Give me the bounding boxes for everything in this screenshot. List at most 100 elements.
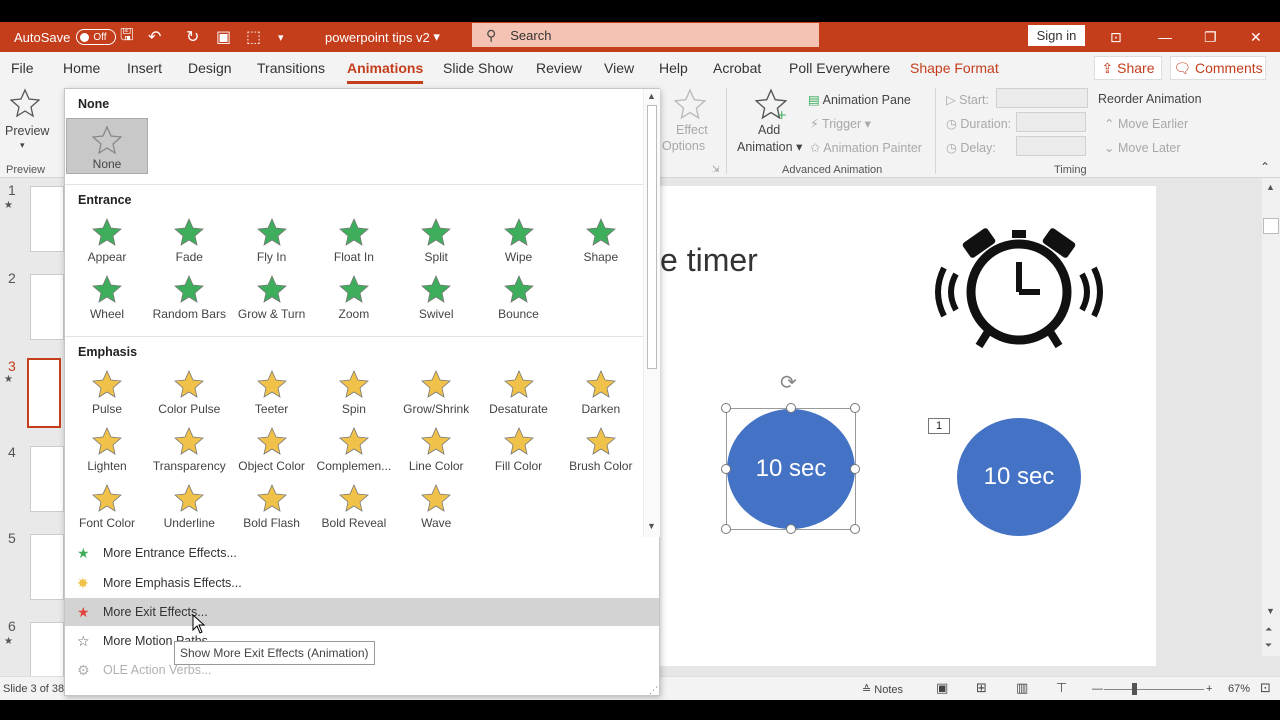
- dialog-launcher-icon[interactable]: ⇲: [712, 164, 720, 175]
- notes-button[interactable]: ≙ Notes: [862, 683, 903, 696]
- preview-button[interactable]: Preview: [5, 124, 49, 138]
- tab-insert[interactable]: Insert: [127, 60, 162, 76]
- zoom-in-icon[interactable]: +: [1206, 683, 1212, 695]
- preview-dropdown-icon[interactable]: ▾: [20, 140, 25, 151]
- tab-poll-everywhere[interactable]: Poll Everywhere: [789, 60, 890, 76]
- gallery-scrollbar[interactable]: ▲ ▼: [643, 89, 660, 537]
- effect-pulse[interactable]: Pulse: [65, 369, 149, 416]
- effect-grow-shrink[interactable]: Grow/Shrink: [394, 369, 478, 416]
- sign-in-button[interactable]: Sign in: [1028, 25, 1085, 46]
- tab-acrobat[interactable]: Acrobat: [713, 60, 761, 76]
- resize-handle[interactable]: [721, 524, 731, 534]
- effect-transparency[interactable]: Transparency: [147, 426, 231, 473]
- effect-wipe[interactable]: Wipe: [477, 217, 561, 264]
- slide[interactable]: e timer 10 sec ⟳ 1 10 sec: [660, 186, 1156, 666]
- effect-color-pulse[interactable]: Color Pulse: [147, 369, 231, 416]
- reading-view-icon[interactable]: ▥: [1016, 680, 1028, 696]
- zoom-slider[interactable]: [1104, 689, 1204, 690]
- more-exit-effects[interactable]: ★ More Exit Effects...: [65, 598, 659, 626]
- close-icon[interactable]: ✕: [1250, 22, 1262, 52]
- effect-wave[interactable]: Wave: [394, 483, 478, 530]
- redo-icon[interactable]: ↻: [186, 22, 199, 52]
- resize-handle[interactable]: [721, 403, 731, 413]
- rotate-handle-icon[interactable]: ⟳: [780, 370, 797, 395]
- animation-none[interactable]: None: [66, 118, 148, 174]
- resize-handle[interactable]: [786, 524, 796, 534]
- effect-appear[interactable]: Appear: [65, 217, 149, 264]
- effect-font-color[interactable]: Font Color: [65, 483, 149, 530]
- gallery-scroll-up-icon[interactable]: ▲: [647, 91, 656, 101]
- circle-shape-selected[interactable]: 10 sec: [727, 409, 855, 529]
- effect-float-in[interactable]: Float In: [312, 217, 396, 264]
- collapse-ribbon-icon[interactable]: ⌃: [1260, 160, 1270, 174]
- scroll-up-icon[interactable]: ▲: [1266, 182, 1275, 192]
- next-slide-icon[interactable]: ⏷: [1265, 640, 1272, 651]
- start-dropdown[interactable]: [996, 88, 1088, 108]
- effect-options-label2[interactable]: Options: [662, 139, 705, 153]
- thumbnail-slide-5[interactable]: [30, 534, 64, 600]
- tab-transitions[interactable]: Transitions: [257, 60, 325, 76]
- more-emphasis-effects[interactable]: ✸ More Emphasis Effects...: [65, 569, 659, 597]
- autosave[interactable]: AutoSave Off: [14, 22, 117, 52]
- effect-random-bars[interactable]: Random Bars: [147, 274, 231, 321]
- add-animation-label1[interactable]: Add: [758, 123, 780, 137]
- effect-options-icon[interactable]: [673, 88, 707, 123]
- animation-order-tag[interactable]: 1: [928, 418, 950, 434]
- effect-complemen[interactable]: Complemen...: [312, 426, 396, 473]
- effect-fill-color[interactable]: Fill Color: [477, 426, 561, 473]
- move-earlier-button[interactable]: ⌃ Move Earlier: [1104, 116, 1188, 131]
- effect-line-color[interactable]: Line Color: [394, 426, 478, 473]
- zoom-level[interactable]: 67%: [1228, 683, 1250, 695]
- thumbnail-slide-1[interactable]: [30, 186, 64, 252]
- previous-slide-icon[interactable]: ⏶: [1265, 624, 1272, 635]
- duration-spinner[interactable]: [1016, 112, 1086, 132]
- undo-icon[interactable]: ↶: [148, 22, 161, 52]
- zoom-out-icon[interactable]: —: [1092, 683, 1103, 695]
- trigger-button[interactable]: ⚡ Trigger ▾: [810, 116, 871, 131]
- save-icon[interactable]: 🖫: [120, 22, 134, 52]
- effect-darken[interactable]: Darken: [559, 369, 643, 416]
- effect-bounce[interactable]: Bounce: [477, 274, 561, 321]
- effect-split[interactable]: Split: [394, 217, 478, 264]
- vertical-scrollbar[interactable]: ▲ ▼ ⏶ ⏷: [1262, 178, 1280, 656]
- alarm-clock-icon[interactable]: [934, 226, 1104, 359]
- slide-show-icon[interactable]: ⊤: [1056, 680, 1067, 696]
- thumbnail-slide-3[interactable]: [27, 358, 61, 428]
- effect-object-color[interactable]: Object Color: [230, 426, 314, 473]
- tab-animations[interactable]: Animations: [347, 60, 424, 84]
- search-box[interactable]: ⚲ Search: [472, 23, 819, 47]
- tab-file[interactable]: File: [11, 60, 34, 76]
- effect-fade[interactable]: Fade: [147, 217, 231, 264]
- effect-wheel[interactable]: Wheel: [65, 274, 149, 321]
- tab-design[interactable]: Design: [188, 60, 232, 76]
- effect-shape[interactable]: Shape: [559, 217, 643, 264]
- gallery-scroll-down-icon[interactable]: ▼: [647, 521, 656, 531]
- animation-pane-button[interactable]: ▤ Animation Pane: [808, 92, 911, 107]
- effect-underline[interactable]: Underline: [147, 483, 231, 530]
- resize-handle[interactable]: [721, 464, 731, 474]
- effect-desaturate[interactable]: Desaturate: [477, 369, 561, 416]
- share-button[interactable]: ⇪ Share: [1094, 56, 1162, 80]
- tab-slide-show[interactable]: Slide Show: [443, 60, 513, 76]
- slide-title[interactable]: e timer: [660, 242, 758, 279]
- effect-bold-reveal[interactable]: Bold Reveal: [312, 483, 396, 530]
- preview-icon[interactable]: [9, 88, 41, 121]
- tab-help[interactable]: Help: [659, 60, 688, 76]
- thumbnail-slide-2[interactable]: [30, 274, 64, 340]
- add-animation-label2[interactable]: Animation ▾: [737, 139, 802, 154]
- ribbon-display-icon[interactable]: ⊡: [1110, 22, 1122, 52]
- minimize-icon[interactable]: —: [1158, 22, 1172, 52]
- effect-zoom[interactable]: Zoom: [312, 274, 396, 321]
- tab-view[interactable]: View: [604, 60, 634, 76]
- tab-shape-format[interactable]: Shape Format: [910, 60, 999, 76]
- circle-shape[interactable]: 10 sec: [957, 418, 1081, 536]
- effect-lighten[interactable]: Lighten: [65, 426, 149, 473]
- zoom-slider-thumb[interactable]: [1132, 683, 1137, 695]
- more-entrance-effects[interactable]: ★ More Entrance Effects...: [65, 539, 659, 567]
- effect-swivel[interactable]: Swivel: [394, 274, 478, 321]
- effect-spin[interactable]: Spin: [312, 369, 396, 416]
- scroll-down-icon[interactable]: ▼: [1266, 606, 1275, 616]
- resize-handle[interactable]: [850, 524, 860, 534]
- animation-painter-button[interactable]: ✩ Animation Painter: [810, 140, 922, 155]
- thumbnail-slide-4[interactable]: [30, 446, 64, 512]
